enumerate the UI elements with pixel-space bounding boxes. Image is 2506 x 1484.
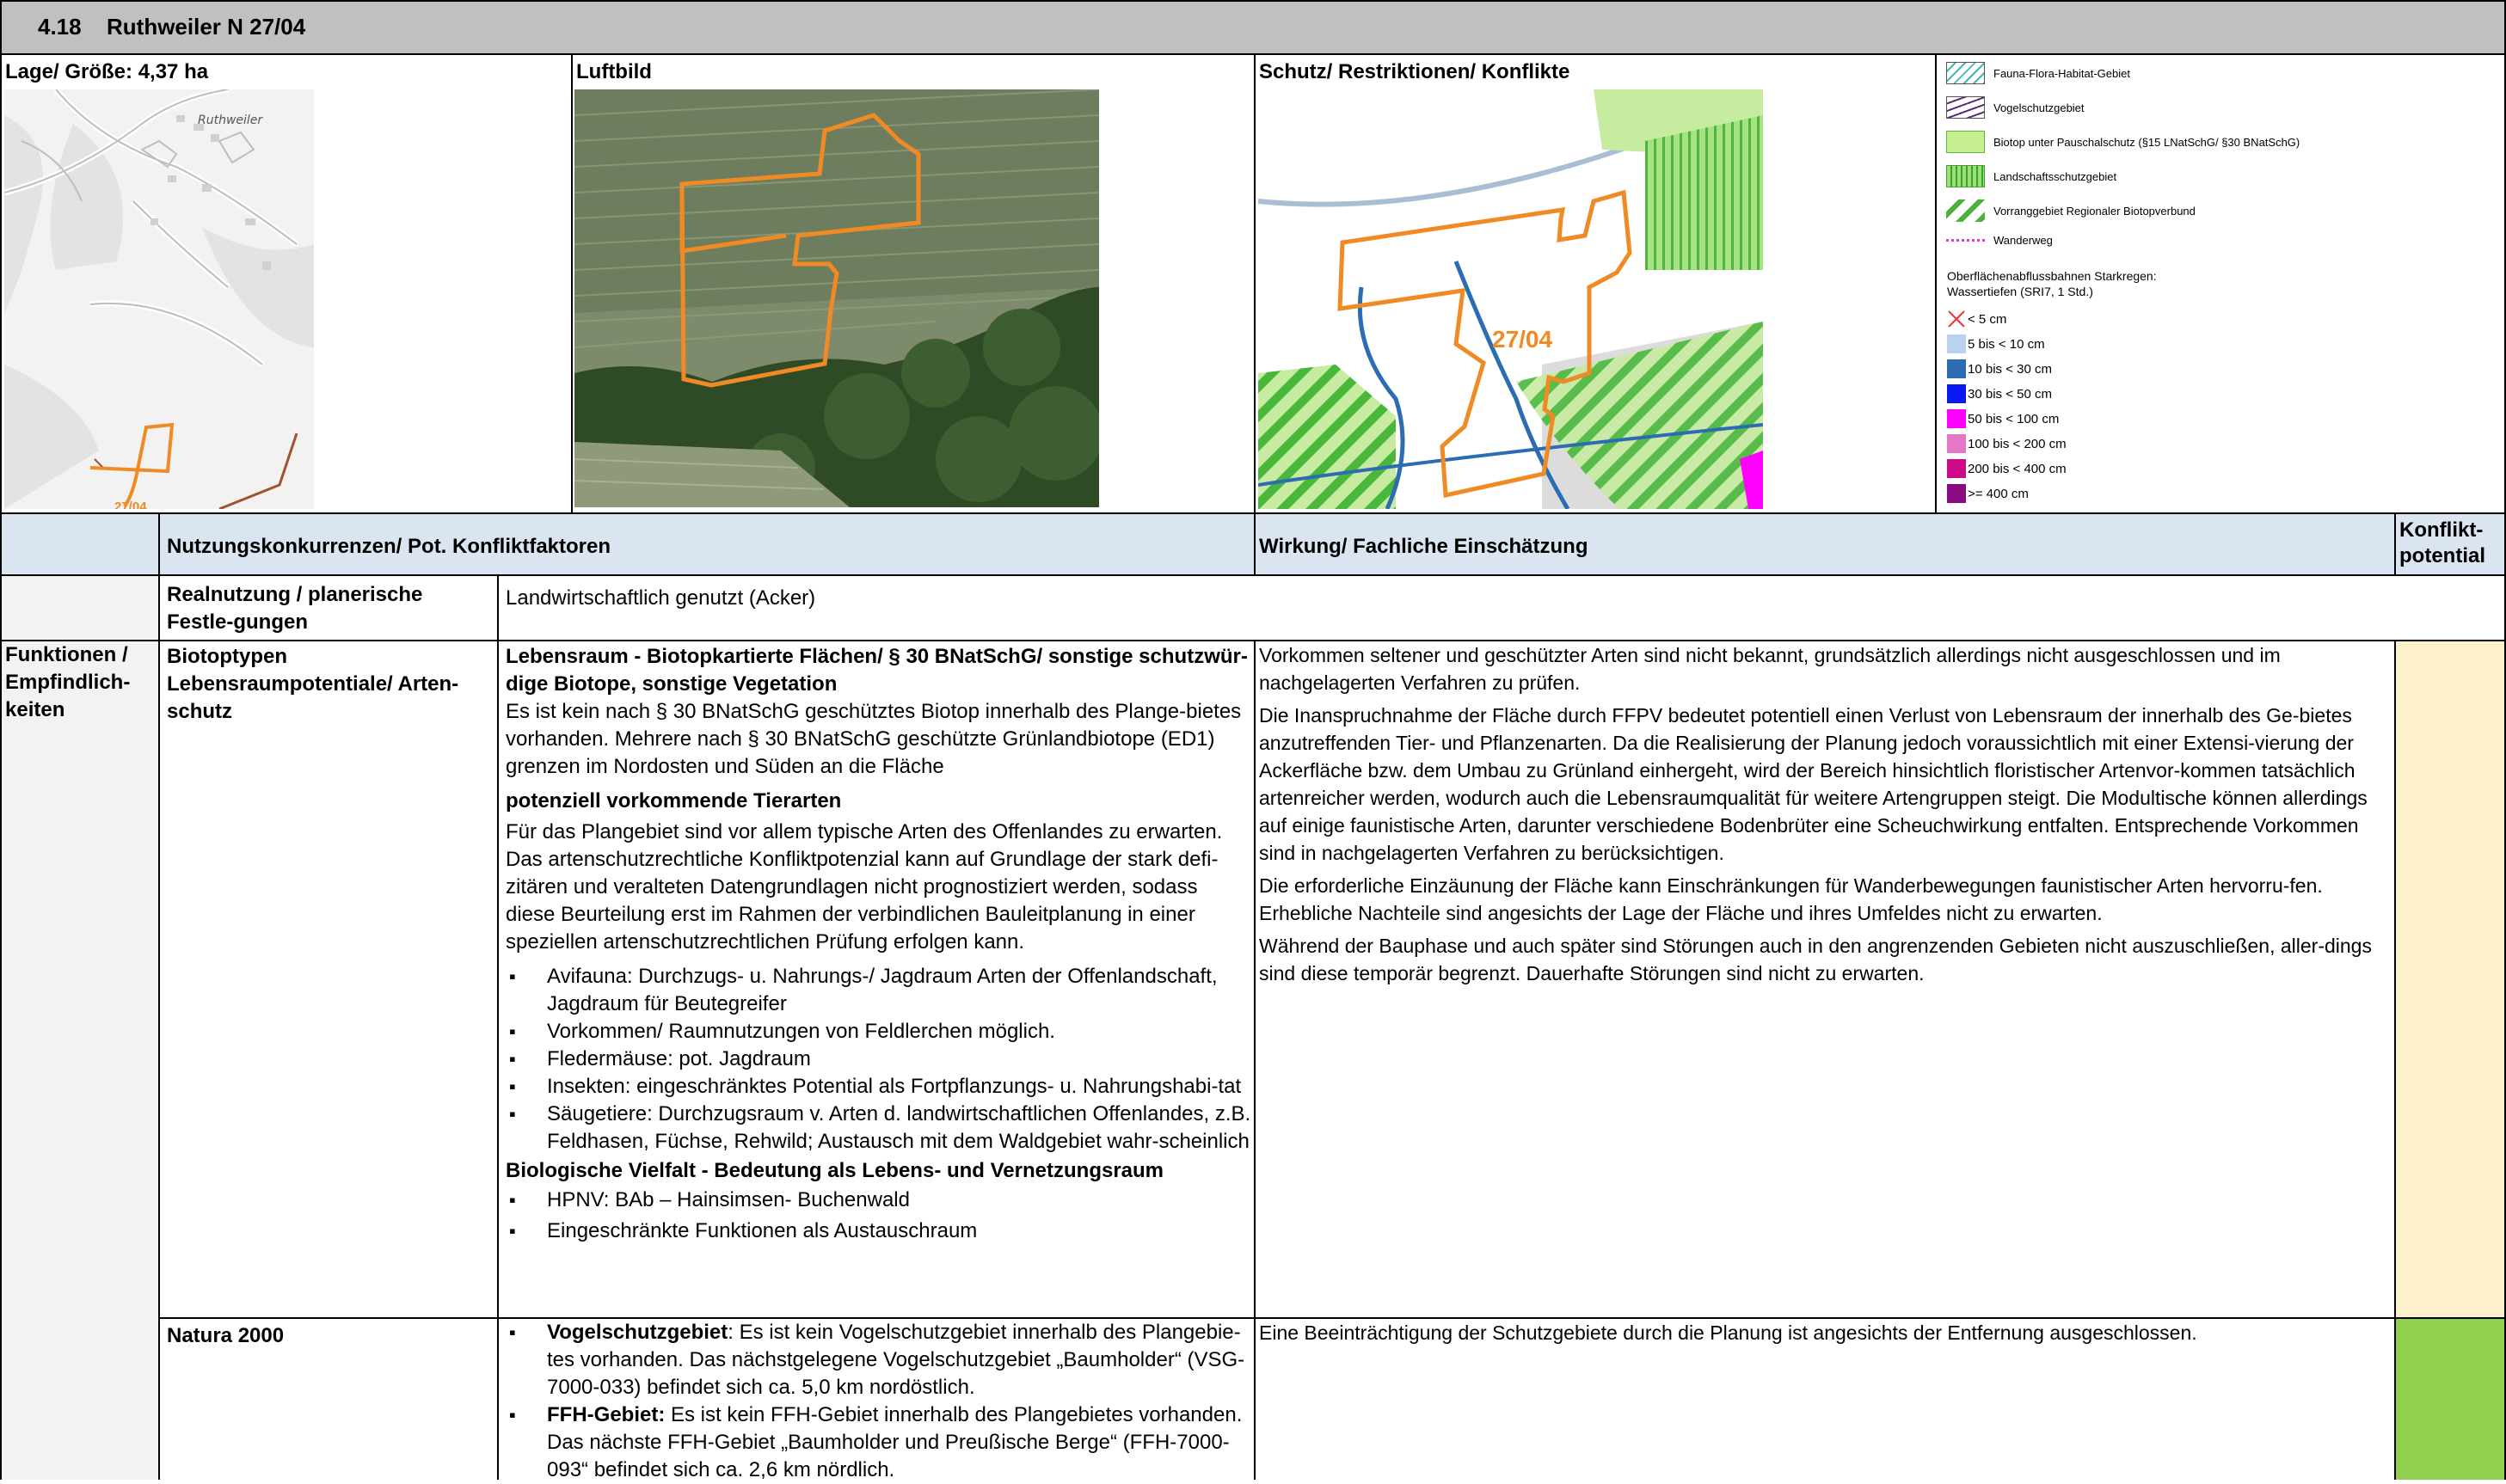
biotop-heading-2: potenziell vorkommende Tierarten — [506, 789, 842, 813]
natura-label: Natura 2000 — [167, 1324, 285, 1347]
vline-header-col4 — [2394, 514, 2396, 576]
list-item: Eingeschränkte Funktionen als Austauschr… — [506, 1217, 1252, 1245]
biotop-wirkung: Vorkommen seltener und geschützter Arten… — [1259, 641, 2386, 994]
section-number: 4.18 — [38, 14, 82, 40]
light-green-fill-icon — [1946, 131, 1985, 153]
list-item: Säugetiere: Durchzugsraum v. Arten d. la… — [506, 1101, 1252, 1156]
protection-map: 27/04 — [1258, 89, 1763, 509]
wirkung-para-3: Die erforderliche Einzäunung der Fläche … — [1259, 874, 2323, 924]
list-item: Avifauna: Durchzugs- u. Nahrungs-/ Jagdr… — [506, 963, 1252, 1018]
natura-wirkung: Eine Beeinträchtigung der Schutzgebiete … — [1259, 1321, 2197, 1344]
water-legend-title: Oberflächenabflussbahnen Starkregen: Was… — [1947, 269, 2157, 298]
list-item: Vorkommen/ Raumnutzungen von Feldlerchen… — [506, 1018, 1252, 1046]
vline-col2 — [497, 576, 499, 1480]
conflict-potential-natura — [2396, 1319, 2506, 1480]
legend-label: Biotop unter Pauschalschutz (§15 LNatSch… — [1993, 135, 2300, 149]
legend-item-ffh: Fauna-Flora-Habitat-Gebiet — [1946, 62, 2130, 84]
list-item: Vogelschutzgebiet: Es ist kein Vogelschu… — [506, 1319, 1252, 1401]
header-konflikt: Konflikt-potential — [2399, 518, 2485, 567]
legend-item-vogelschutz: Vogelschutzgebiet — [1946, 96, 2085, 119]
magenta-dotted-line-icon — [1946, 239, 1985, 242]
biotop-para-2: Für das Plangebiet sind vor allem typisc… — [506, 820, 1223, 954]
wirkung-para-4: Während der Bauphase und auch später sin… — [1259, 935, 2372, 984]
header-wirkung: Wirkung/ Fachliche Einschätzung — [1259, 535, 1588, 558]
legend-label: Fauna-Flora-Habitat-Gebiet — [1993, 66, 2130, 80]
legend-label: Landschaftsschutzgebiet — [1993, 169, 2117, 183]
luftbild-label: Luftbild — [576, 60, 652, 83]
water-class-8: >= 400 cm — [1947, 484, 2029, 503]
vline-col3 — [1254, 641, 1256, 1480]
lage-area-label: 27/04 — [114, 500, 147, 509]
biotop-para-1: Es ist kein nach § 30 BNatSchG geschützt… — [506, 700, 1242, 778]
town-label: Ruthweiler — [198, 113, 263, 127]
water-class-5: 50 bis < 100 cm — [1947, 409, 2059, 428]
divider-map-1 — [571, 55, 573, 512]
conflict-potential-biotop — [2396, 641, 2506, 1317]
hatch-purple-icon — [1946, 96, 1985, 119]
lage-label: Lage/ Größe: 4,37 ha — [5, 60, 209, 83]
realnutzung-label: Realnutzung / planerische Festle-gungen — [167, 583, 423, 634]
red-cross-icon — [1948, 310, 1965, 328]
biotop-content: Lebensraum - Biotopkartierte Flächen/ § … — [506, 643, 1252, 1245]
page-title: Ruthweiler N 27/04 — [107, 14, 306, 40]
list-item: Fledermäuse: pot. Jagdraum — [506, 1046, 1252, 1073]
location-map: Ruthweiler 27/04 — [4, 89, 314, 509]
header-nutzung: Nutzungskonkurrenzen/ Pot. Konfliktfakto… — [167, 535, 611, 558]
legend-label: Vogelschutzgebiet — [1993, 101, 2085, 114]
title-bar: 4.18 Ruthweiler N 27/04 — [0, 0, 2506, 55]
water-class-6: 100 bis < 200 cm — [1947, 434, 2067, 453]
wirkung-para-1: Vorkommen seltener und geschützter Arten… — [1259, 644, 2281, 694]
list-item: FFH-Gebiet: Es ist kein FFH-Gebiet inner… — [506, 1401, 1252, 1484]
water-class-7: 200 bis < 400 cm — [1947, 459, 2067, 478]
protection-area-label: 27/04 — [1492, 326, 1552, 353]
legend-item-wanderweg: Wanderweg — [1946, 234, 2053, 247]
divider-map-3 — [1935, 55, 1937, 512]
left-grey-column — [0, 641, 158, 1480]
water-class-2: 5 bis < 10 cm — [1947, 334, 2045, 353]
divider-map-2 — [1254, 55, 1256, 512]
funktionen-label: Funktionen / Empfindlich-keiten — [5, 643, 131, 721]
realnutzung-value: Landwirtschaftlich genutzt (Acker) — [506, 586, 816, 610]
natura-content: Vogelschutzgebiet: Es ist kein Vogelschu… — [506, 1319, 1252, 1484]
water-class-3: 10 bis < 30 cm — [1947, 359, 2052, 378]
hatch-teal-icon — [1946, 62, 1985, 84]
vline-header-col3 — [1254, 514, 1256, 576]
legend-label: Vorranggebiet Regionaler Biotopverbund — [1993, 204, 2196, 218]
list-item: Insekten: eingeschränktes Potential als … — [506, 1073, 1252, 1101]
legend-item-biotop: Biotop unter Pauschalschutz (§15 LNatSch… — [1946, 131, 2300, 153]
biotop-heading-1: Lebensraum - Biotopkartierte Flächen/ § … — [506, 645, 1248, 696]
biotop-label: Biotoptypen Lebensraumpotentiale/ Arten-… — [167, 645, 459, 723]
map-row: Lage/ Größe: 4,37 ha Ruthweiler 27/04 Lu… — [0, 55, 2506, 512]
left-grey-header — [0, 576, 158, 640]
schutz-label: Schutz/ Restriktionen/ Konflikte — [1259, 60, 1570, 83]
biotop-heading-3: Biologische Vielfalt - Bedeutung als Leb… — [506, 1159, 1164, 1182]
diagonal-green-lines-icon — [1946, 199, 1985, 222]
list-item: HPNV: BAb – Hainsimsen- Buchenwald — [506, 1187, 1252, 1214]
wirkung-para-2: Die Inanspruchnahme der Fläche durch FFP… — [1259, 704, 2368, 864]
vline-col4 — [2394, 641, 2396, 1480]
legend-label: Wanderweg — [1993, 234, 2053, 247]
vline-col1 — [158, 514, 160, 1480]
legend-item-lsg: Landschaftsschutzgebiet — [1946, 165, 2116, 187]
vertical-hatch-green-icon — [1946, 165, 1985, 187]
aerial-photo — [574, 89, 1099, 507]
vline-left — [0, 0, 2, 1480]
legend-item-biotopverbund: Vorranggebiet Regionaler Biotopverbund — [1946, 199, 2196, 222]
divider-h2 — [0, 574, 2506, 576]
water-class-1: < 5 cm — [1947, 310, 2006, 328]
water-class-4: 30 bis < 50 cm — [1947, 384, 2052, 403]
